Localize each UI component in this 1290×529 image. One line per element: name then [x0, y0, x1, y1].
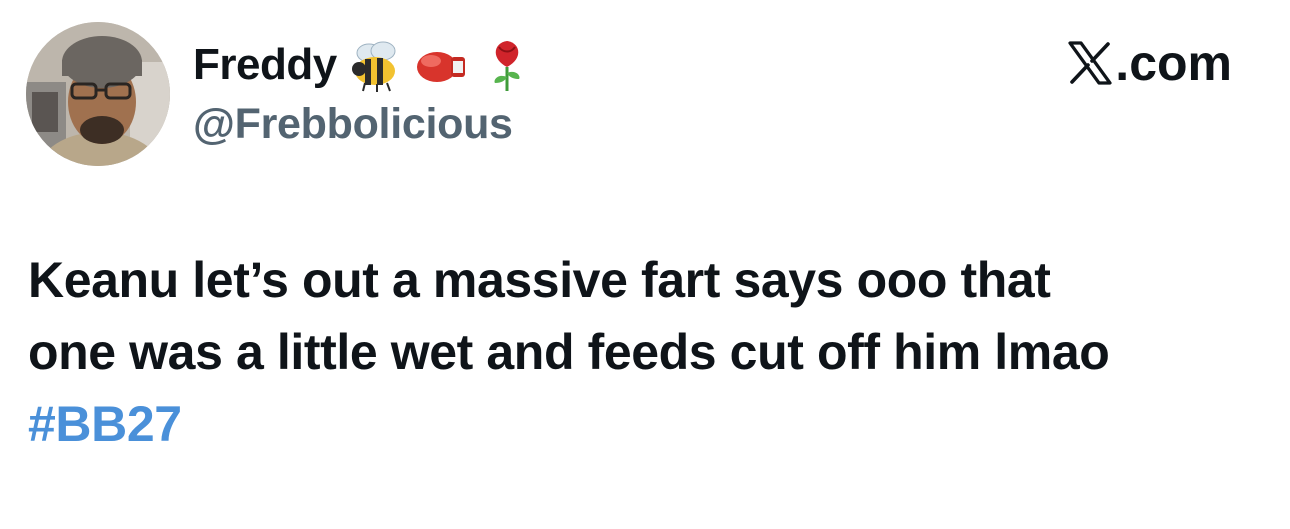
- bee-icon: [347, 37, 403, 93]
- avatar-photo: [26, 22, 170, 166]
- user-handle[interactable]: @Frebbolicious: [193, 98, 535, 150]
- brand-watermark: .com: [1067, 34, 1232, 92]
- tweet-text: Keanu let’s out a massive fart says ooo …: [28, 244, 1258, 460]
- brand-label: .com: [1115, 35, 1232, 91]
- display-name[interactable]: Freddy: [193, 36, 337, 94]
- x-logo-icon: [1067, 40, 1113, 86]
- rose-icon: [479, 37, 535, 93]
- tweet-text-line: Keanu let’s out a massive fart says ooo …: [28, 252, 1051, 308]
- name-row: Freddy: [193, 36, 535, 94]
- avatar[interactable]: [26, 22, 170, 166]
- user-info: Freddy @Frebbolicious: [193, 36, 535, 150]
- boxing-glove-icon: [413, 37, 469, 93]
- hashtag-link[interactable]: #BB27: [28, 388, 1258, 460]
- tweet-card: Freddy @Frebbolicious .com Keanu let’s o…: [0, 0, 1290, 529]
- tweet-text-line: one was a little wet and feeds cut off h…: [28, 324, 1110, 380]
